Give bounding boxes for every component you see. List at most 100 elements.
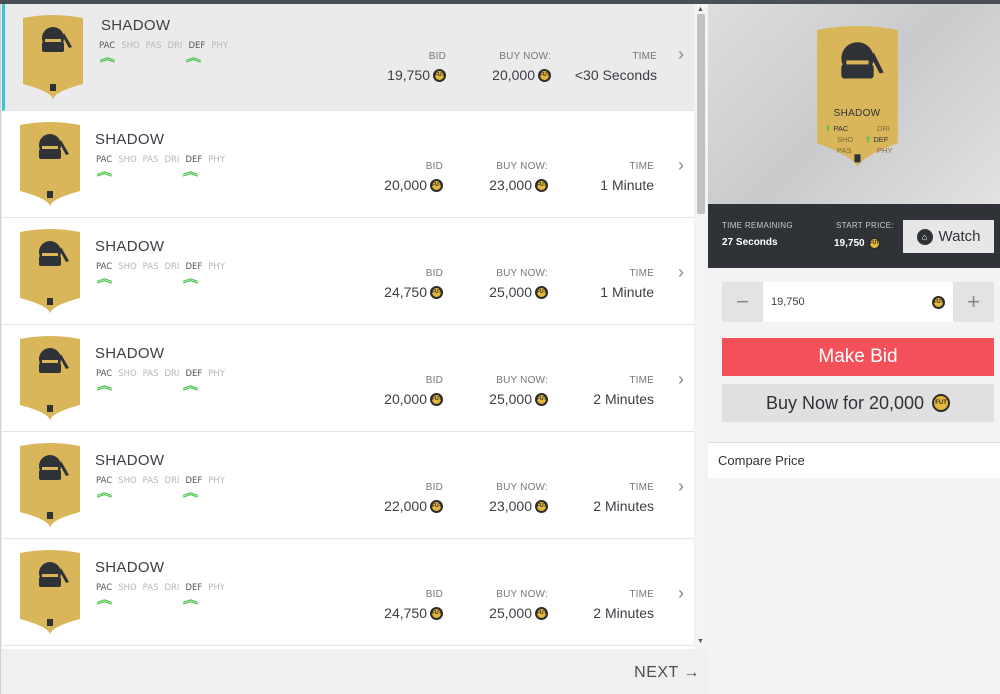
list-item[interactable]: SHADOW PAC SHO PAS DRI DEF PHY ︽ ︽ BID 20,000… — [2, 111, 694, 218]
scroll-thumb[interactable] — [697, 14, 705, 214]
chevron-right-icon[interactable]: › — [678, 369, 684, 390]
card-stats-right: DRI ⇑ DEF PHY — [865, 124, 893, 155]
stat-label: PHY — [211, 41, 228, 51]
coin-icon: FUT — [430, 392, 443, 406]
stat-label: PAC — [96, 583, 113, 593]
bid-column: BID 20,000 FUT — [380, 161, 443, 193]
buy-now-value: 23,000 FUT — [489, 177, 548, 193]
coin-icon: FUT — [932, 394, 951, 412]
upgrade-arrow-icon: ︽ — [96, 166, 113, 178]
upgrade-arrow-icon: ︽ — [96, 487, 113, 499]
chevron-right-icon[interactable]: › — [678, 44, 684, 65]
watch-icon: ⌂ — [916, 228, 933, 245]
bid-value: 19,750 FUT — [387, 67, 446, 83]
stat-labels: PAC SHO PAS DRI DEF PHY — [96, 155, 225, 165]
time-label: TIME — [629, 589, 654, 600]
stat-label: PAS — [142, 155, 159, 165]
card-hero: SHADOW ⇑ PAC SHO PAS DRI ⇑ DEF PHY — [708, 4, 1000, 204]
list-item[interactable]: SHADOW PAC SHO PAS DRI DEF PHY ︽ ︽ BID 20,000… — [2, 325, 694, 432]
bid-label: BID — [428, 51, 446, 62]
stat-labels: PAC SHO PAS DRI DEF PHY — [96, 476, 225, 486]
buy-now-column: BUY NOW: 25,000 FUT — [478, 375, 548, 407]
detail-panel: SHADOW ⇑ PAC SHO PAS DRI ⇑ DEF PHY TIME … — [708, 4, 1000, 694]
stat-label: DRI — [164, 583, 180, 593]
scroll-down-icon[interactable]: ▼ — [697, 638, 704, 645]
stat-label: PHY — [208, 155, 225, 165]
start-price: 19,750 FUT — [834, 237, 881, 250]
upgrade-arrow-icon: ︽ — [182, 487, 199, 499]
chevron-right-icon[interactable]: › — [678, 262, 684, 283]
player-name: SHADOW — [101, 17, 171, 34]
watch-button[interactable]: ⌂ Watch — [903, 220, 994, 253]
stat-label: PAC — [99, 41, 116, 51]
coin-icon: FUT — [932, 295, 945, 309]
stat-label: PHY — [208, 369, 225, 379]
player-card — [16, 119, 84, 207]
player-name: SHADOW — [95, 345, 165, 362]
bid-label: BID — [425, 161, 443, 172]
chevron-right-icon[interactable]: › — [678, 155, 684, 176]
time-column: TIME 1 Minute — [562, 161, 654, 193]
player-name: SHADOW — [95, 131, 165, 148]
buy-now-value: 20,000 FUT — [492, 67, 551, 83]
upgrade-arrow-icon: ︽ — [96, 380, 113, 392]
transfer-list: SHADOW PAC SHO PAS DRI DEF PHY ︽ ︽ BID 19,750… — [0, 4, 708, 694]
time-column: TIME 1 Minute — [562, 268, 654, 300]
coin-icon: FUT — [535, 499, 548, 513]
list-item[interactable]: SHADOW PAC SHO PAS DRI DEF PHY ︽ ︽ BID 24,750… — [2, 218, 694, 325]
make-bid-button[interactable]: Make Bid — [722, 338, 994, 376]
time-column: TIME <30 Seconds — [565, 51, 657, 83]
stat-label: PAS — [142, 369, 159, 379]
decrease-bid-button[interactable]: − — [722, 282, 763, 322]
auction-info-bar: TIME REMAINING 27 Seconds START PRICE: 1… — [708, 204, 1000, 268]
time-remaining-value: 27 Seconds — [722, 237, 778, 248]
stat-labels: PAC SHO PAS DRI DEF PHY — [96, 369, 225, 379]
bid-column: BID 24,750 FUT — [380, 589, 443, 621]
buy-now-column: BUY NOW: 20,000 FUT — [481, 51, 551, 83]
bid-value: 24,750 FUT — [384, 284, 443, 300]
buy-now-value: 25,000 FUT — [489, 391, 548, 407]
upgrade-arrow-icon: ︽ — [182, 273, 199, 285]
coin-icon: FUT — [430, 499, 443, 513]
buy-now-label: BUY NOW: — [496, 268, 548, 279]
chevron-right-icon[interactable]: › — [678, 583, 684, 604]
stat-label: SHO — [118, 369, 137, 379]
buy-now-label: BUY NOW: — [496, 161, 548, 172]
bid-input[interactable]: 19,750 — [771, 296, 805, 308]
buy-now-button[interactable]: Buy Now for 20,000 FUT — [722, 384, 994, 422]
list-item[interactable]: SHADOW PAC SHO PAS DRI DEF PHY ︽ ︽ BID 22,000… — [2, 432, 694, 539]
card-name: SHADOW — [833, 108, 881, 119]
coin-icon: FUT — [535, 606, 548, 620]
scroll-up-icon[interactable]: ▲ — [697, 6, 704, 13]
increase-bid-button[interactable]: + — [953, 282, 994, 322]
coin-icon: FUT — [535, 285, 548, 299]
buy-now-label: BUY NOW: — [496, 589, 548, 600]
list-item[interactable]: SHADOW PAC SHO PAS DRI DEF PHY ︽ ︽ BID 24,750… — [2, 539, 694, 646]
chevron-right-icon[interactable]: › — [678, 476, 684, 497]
bid-stepper[interactable]: − 19,750 FUT + — [722, 282, 994, 322]
player-card-large[interactable]: SHADOW ⇑ PAC SHO PAS DRI ⇑ DEF PHY — [807, 22, 908, 169]
list-item[interactable]: SHADOW PAC SHO PAS DRI DEF PHY ︽ ︽ BID 19,750… — [2, 4, 694, 111]
time-column: TIME 2 Minutes — [562, 482, 654, 514]
scrollbar[interactable]: ▲ ▼ — [695, 4, 707, 649]
upgrade-arrow-icon: ︽ — [99, 52, 116, 64]
player-card — [16, 440, 84, 528]
time-value: 2 Minutes — [593, 605, 654, 621]
stat-label: DEF — [185, 476, 203, 486]
stat-label: PAS — [142, 476, 159, 486]
upgrade-arrow-icon: ︽ — [96, 594, 113, 606]
player-card — [16, 226, 84, 314]
stat-label: PAC — [96, 262, 113, 272]
player-card — [16, 547, 84, 635]
bid-label: BID — [425, 375, 443, 386]
player-name: SHADOW — [95, 452, 165, 469]
compare-price-button[interactable]: Compare Price — [708, 442, 1000, 478]
stat-label: PAC — [96, 369, 113, 379]
player-name: SHADOW — [95, 238, 165, 255]
stat-label: SHO — [118, 262, 137, 272]
stat-label: SHO — [118, 476, 137, 486]
time-column: TIME 2 Minutes — [562, 589, 654, 621]
bid-column: BID 22,000 FUT — [380, 482, 443, 514]
upgrade-arrow-icon: ︽ — [182, 594, 199, 606]
next-page-button[interactable]: NEXT → — [634, 664, 700, 682]
